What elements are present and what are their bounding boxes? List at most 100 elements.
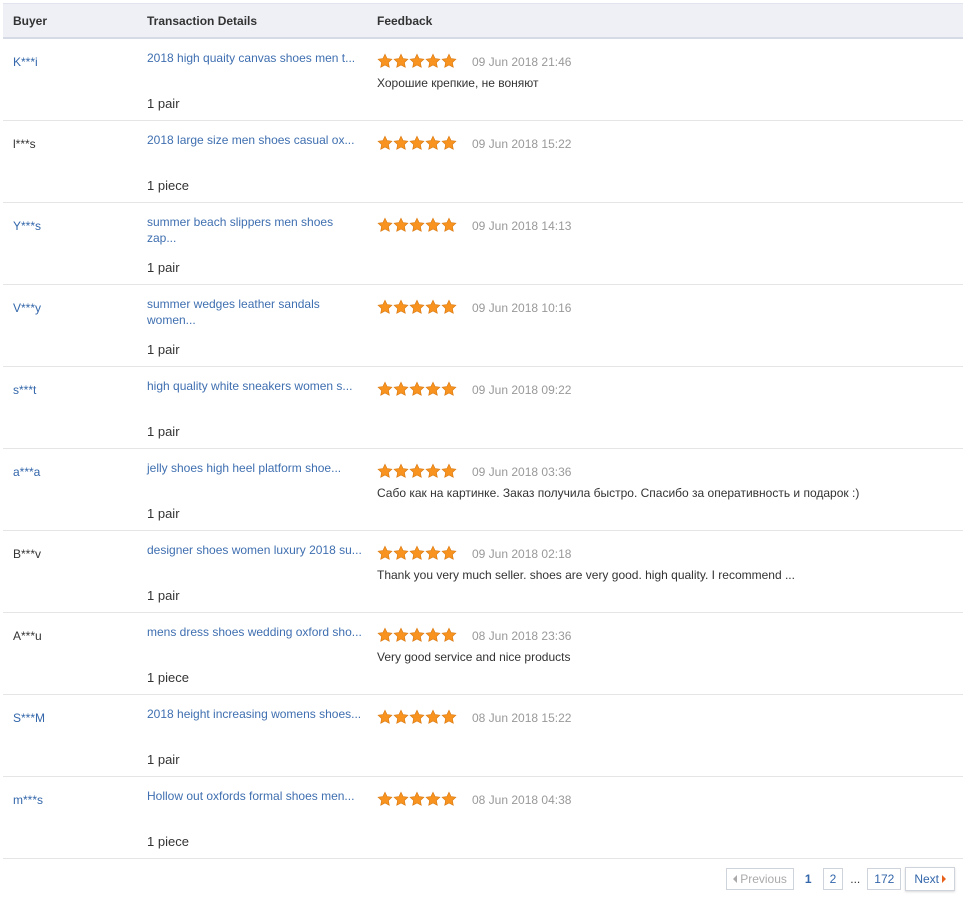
product-link[interactable]: 2018 large size men shoes casual ox... <box>147 132 362 148</box>
star-icon <box>393 299 409 314</box>
buyer-name[interactable]: m***s <box>13 793 43 807</box>
product-link[interactable]: 2018 high quaity canvas shoes men t... <box>147 50 362 66</box>
star-icon <box>409 709 425 724</box>
feedback-date: 09 Jun 2018 15:22 <box>472 137 572 151</box>
table-body: K***i 2018 high quaity canvas shoes men t… <box>3 39 963 859</box>
star-icon <box>393 53 409 68</box>
star-rating <box>377 53 457 69</box>
pagination-ellipsis: ... <box>850 872 861 886</box>
feedback-table: Buyer Transaction Details Feedback K***i… <box>3 3 963 859</box>
star-icon <box>393 545 409 560</box>
star-icon <box>425 299 441 314</box>
star-icon <box>409 53 425 68</box>
star-icon <box>441 463 457 478</box>
star-icon <box>409 299 425 314</box>
star-icon <box>441 791 457 806</box>
buyer-name[interactable]: V***y <box>13 301 41 315</box>
star-icon <box>377 53 393 68</box>
feedback-date: 08 Jun 2018 23:36 <box>472 629 572 643</box>
star-icon <box>409 135 425 150</box>
quantity: 1 pair <box>147 260 180 275</box>
star-icon <box>441 135 457 150</box>
star-icon <box>377 135 393 150</box>
product-link[interactable]: Hollow out oxfords formal shoes men... <box>147 788 362 804</box>
buyer-name: B***v <box>13 547 42 561</box>
star-icon <box>425 217 441 232</box>
star-icon <box>441 299 457 314</box>
quantity: 1 pair <box>147 752 180 767</box>
column-header-feedback: Feedback <box>377 14 433 28</box>
feedback-date: 09 Jun 2018 14:13 <box>472 219 572 233</box>
product-link[interactable]: high quality white sneakers women s... <box>147 378 362 394</box>
star-icon <box>441 217 457 232</box>
buyer-name[interactable]: a***a <box>13 465 40 479</box>
feedback-date: 08 Jun 2018 04:38 <box>472 793 572 807</box>
star-icon <box>441 381 457 396</box>
table-row: A***u mens dress shoes wedding oxford sho… <box>3 613 963 695</box>
star-rating <box>377 381 457 397</box>
star-icon <box>377 217 393 232</box>
star-rating <box>377 463 457 479</box>
star-icon <box>425 791 441 806</box>
table-row: S***M 2018 height increasing womens shoes… <box>3 695 963 777</box>
star-icon <box>377 463 393 478</box>
star-icon <box>393 381 409 396</box>
star-icon <box>425 709 441 724</box>
buyer-name[interactable]: s***t <box>13 383 36 397</box>
buyer-name: A***u <box>13 629 42 643</box>
buyer-name[interactable]: Y***s <box>13 219 41 233</box>
product-link[interactable]: 2018 height increasing womens shoes... <box>147 706 362 722</box>
product-link[interactable]: summer wedges leather sandals women... <box>147 296 362 328</box>
feedback-date: 08 Jun 2018 15:22 <box>472 711 572 725</box>
star-icon <box>409 463 425 478</box>
page-172-link[interactable]: 172 <box>867 868 902 890</box>
table-row: a***a jelly shoes high heel platform shoe… <box>3 449 963 531</box>
product-link[interactable]: jelly shoes high heel platform shoe... <box>147 460 362 476</box>
feedback-date: 09 Jun 2018 21:46 <box>472 55 572 69</box>
star-rating <box>377 135 457 151</box>
next-button[interactable]: Next <box>905 867 955 891</box>
star-icon <box>377 791 393 806</box>
star-icon <box>425 545 441 560</box>
next-label: Next <box>914 872 939 886</box>
product-link[interactable]: mens dress shoes wedding oxford sho... <box>147 624 362 640</box>
column-header-transaction-details: Transaction Details <box>147 14 258 28</box>
previous-label: Previous <box>740 872 787 886</box>
table-row: m***s Hollow out oxfords formal shoes men… <box>3 777 963 859</box>
star-icon <box>425 463 441 478</box>
buyer-name[interactable]: K***i <box>13 55 38 69</box>
star-icon <box>393 709 409 724</box>
star-icon <box>377 299 393 314</box>
quantity: 1 pair <box>147 424 180 439</box>
page-1-current: 1 <box>797 868 819 890</box>
chevron-right-icon <box>942 875 946 883</box>
quantity: 1 pair <box>147 588 180 603</box>
star-icon <box>409 381 425 396</box>
star-rating <box>377 545 457 561</box>
buyer-name: l***s <box>13 137 36 151</box>
star-icon <box>425 627 441 642</box>
quantity: 1 piece <box>147 178 189 193</box>
star-icon <box>393 627 409 642</box>
table-row: s***t high quality white sneakers women s… <box>3 367 963 449</box>
star-icon <box>425 135 441 150</box>
feedback-comment: Сабо как на картинке. Заказ получила быс… <box>377 486 860 500</box>
feedback-date: 09 Jun 2018 09:22 <box>472 383 572 397</box>
star-icon <box>425 53 441 68</box>
feedback-date: 09 Jun 2018 10:16 <box>472 301 572 315</box>
star-icon <box>377 381 393 396</box>
page-2-link[interactable]: 2 <box>822 868 844 890</box>
column-header-buyer: Buyer <box>13 14 48 28</box>
chevron-left-icon <box>733 875 738 883</box>
star-rating <box>377 709 457 725</box>
product-link[interactable]: designer shoes women luxury 2018 su... <box>147 542 362 558</box>
buyer-name[interactable]: S***M <box>13 711 45 725</box>
quantity: 1 piece <box>147 670 189 685</box>
star-icon <box>409 627 425 642</box>
quantity: 1 pair <box>147 342 180 357</box>
star-icon <box>441 545 457 560</box>
feedback-comment: Хорошие крепкие, не воняют <box>377 76 539 90</box>
product-link[interactable]: summer beach slippers men shoes zap... <box>147 214 362 246</box>
star-icon <box>441 53 457 68</box>
star-icon <box>441 709 457 724</box>
